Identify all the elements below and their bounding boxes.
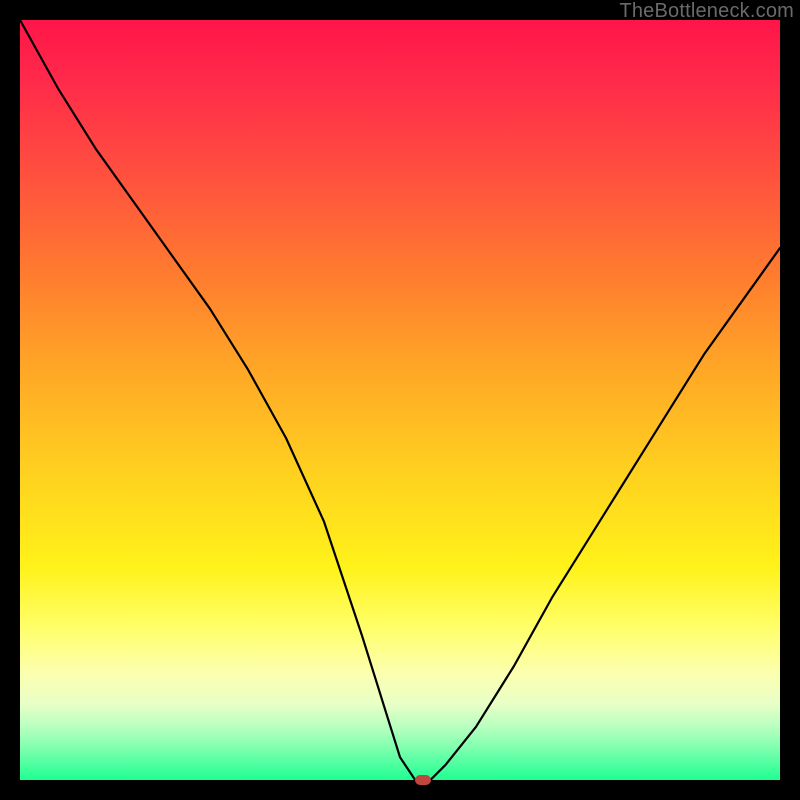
curve-svg xyxy=(20,20,780,780)
plot-area xyxy=(20,20,780,780)
chart-stage: TheBottleneck.com xyxy=(0,0,800,800)
bottleneck-curve xyxy=(20,20,780,780)
optimum-marker xyxy=(415,775,431,785)
